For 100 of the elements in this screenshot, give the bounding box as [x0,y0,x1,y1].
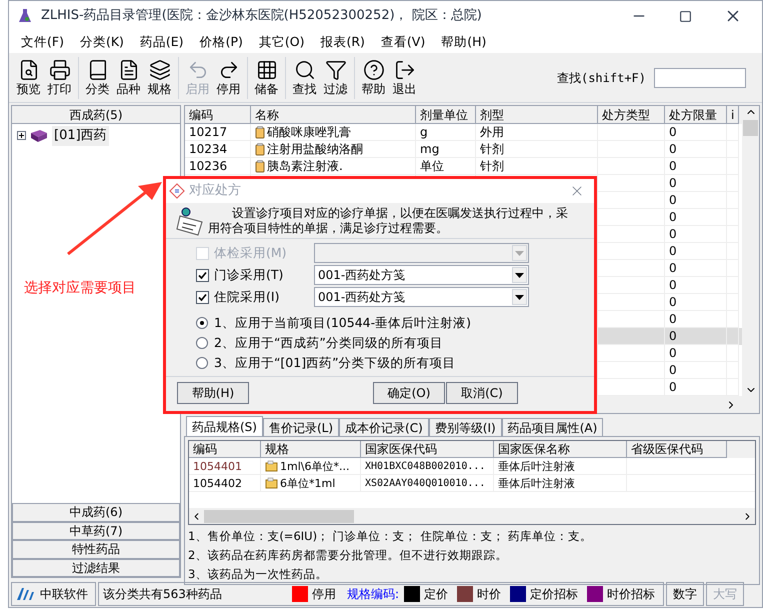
toolbar-button[interactable]: 分类 [82,54,113,100]
menu-item[interactable]: 帮助(H) [433,32,494,52]
table-cell: 0 [669,276,677,294]
scrollbar-thumb[interactable] [204,510,354,522]
toolbar-button[interactable]: 预览 [13,54,44,100]
table-cell: 0 [669,208,677,226]
book-icon [30,128,48,143]
option-label: 体检采用(M) [214,244,288,262]
category-group-button[interactable]: 中草药(7) [12,522,180,540]
dialog-button[interactable]: 确定(O) [373,382,445,404]
toolbar-button[interactable]: 储备 [251,54,282,100]
annotation-text: 选择对应需要项目 [24,279,136,298]
dropdown[interactable]: 001-西药处方笺 [314,265,529,285]
table-cell: 0 [669,260,677,276]
category-group-button[interactable]: 过滤结果 [12,558,180,577]
tab[interactable]: 药品规格(S) [186,416,263,436]
table-cell-text: XS02AAY040Q010010... [365,476,486,490]
tree-item[interactable]: [01]西药 [52,126,109,146]
category-group-button[interactable]: 中成药(6) [12,503,180,522]
table-cell-text: XH01BXC048B002010... [365,460,486,474]
search-icon [294,58,316,80]
toolbar-button[interactable]: 退出 [389,54,420,100]
key-indicator: 大写 [706,582,744,606]
table-cell: 0 [669,378,677,396]
note-text: 1、售价单位：支(=6IU)； 门诊单位：支； 住院单位：支； 药库单位：支。 [188,528,594,545]
maximize-icon[interactable] [679,10,692,22]
tab[interactable]: 药品项目属性(A) [502,418,604,436]
pinned-note-icon [176,206,204,236]
menu-item[interactable]: 其它(O) [250,32,312,52]
radio-button[interactable] [196,317,208,329]
tab[interactable]: 成本价记录(C) [339,418,429,436]
menu-item[interactable]: 分类(K) [72,32,132,52]
radio-button[interactable] [196,337,208,349]
column-header[interactable]: 国家医保代码 [361,441,494,458]
company-name: 中联软件 [40,586,88,602]
legend-title: 规格编码: [346,586,399,602]
toolbar-button[interactable]: 帮助 [358,54,389,100]
column-header[interactable]: 规格 [261,441,361,458]
table-row[interactable]: 10234 注射用盐酸纳洛酮 mg 针剂 0 [185,141,742,158]
menu-item[interactable]: 价格(P) [192,32,251,52]
dialog-button[interactable]: 帮助(H) [177,382,249,404]
help-icon [362,58,384,80]
column-header[interactable]: 编码 [189,441,261,458]
toolbar-button[interactable]: 规格 [144,54,175,100]
column-header[interactable]: 省级医保代码 [627,441,727,458]
toolbar-button[interactable]: 停用 [213,54,244,100]
menu-item[interactable]: 药品(E) [132,32,192,52]
note-text: 2、该药品在药库药房都需要分批管理。但不进行效期跟踪。 [188,547,508,564]
dropdown-arrow-icon [515,250,524,256]
table-cell-text: 垂体后叶注射液 [498,476,575,492]
note-text: 3、该药品为一次性药品。 [188,566,328,583]
table-row[interactable]: 10217 硝酸咪康唑乳膏 g 外用 0 [185,124,742,141]
checkbox[interactable] [196,268,209,282]
logo-icon [15,586,35,602]
legend-label: 停用 [312,586,336,602]
toolbar-button[interactable]: 过滤 [320,54,351,100]
checkbox[interactable] [196,290,209,304]
legend-label: 时价 [477,586,501,602]
dialog-button[interactable]: 取消(C) [446,382,518,404]
medicine-bottle-icon [255,126,265,138]
table-cell: 硝酸咪康唑乳膏 [267,124,351,140]
radio-label: 1、应用于当前项目(10544-垂体后叶注射液) [214,314,471,332]
grid-icon [256,58,278,80]
column-header[interactable]: 国家医保名称 [494,441,627,458]
key-indicator: 数字 [666,582,704,606]
filter-icon [324,58,346,80]
toolbar-button[interactable]: 查找 [289,54,320,100]
radio-button[interactable] [196,357,208,369]
toolbar-button[interactable]: 品种 [113,54,144,100]
dialog-description: 设置诊疗项目对应的诊疗单据，以便在医嘱发送执行过程中，采用符合项目特性的单据，满足诊疗过程需要。 [208,206,568,237]
table-cell: mg [420,140,440,158]
option-label: 住院采用(I) [214,288,280,306]
table-cell-text: 6单位*1ml [280,476,336,492]
dropdown-arrow-icon [515,272,524,278]
table-cell: 针剂 [480,140,504,158]
menu-item[interactable]: 查看(V) [372,32,434,52]
toolbar-button[interactable]: 打印 [44,54,75,100]
table-cell: 10217 [189,124,228,140]
search-field[interactable] [654,68,746,88]
table-cell: 0 [669,328,677,344]
flask-icon [17,8,33,24]
expand-toggle[interactable] [17,131,26,140]
category-group-button[interactable]: 特性药品 [12,540,180,558]
dropdown[interactable]: 001-西药处方笺 [314,287,529,307]
menu-item[interactable]: 报表(R) [312,32,373,52]
medicine-bottle-icon [255,160,265,172]
status-text: 该分类共有563种药品 [103,586,222,602]
table-row[interactable]: 10236 胰岛素注射液. 单位 针剂 0 [185,158,742,175]
menu-item[interactable]: 文件(F) [13,32,72,52]
category-header[interactable]: 西成药(5) [12,106,180,124]
option-label: 门诊采用(T) [214,266,284,284]
tab[interactable]: 售价记录(L) [262,418,340,436]
table-cell: 胰岛素注射液. [267,158,343,174]
legend-label: 定价 [424,586,448,602]
tab[interactable]: 费别等级(I) [428,418,502,436]
legend-label: 时价招标 [607,586,655,602]
scrollbar-thumb[interactable] [743,120,758,136]
table-cell: g [420,124,428,140]
exit-icon [394,58,416,80]
table-cell: 0 [669,310,677,328]
